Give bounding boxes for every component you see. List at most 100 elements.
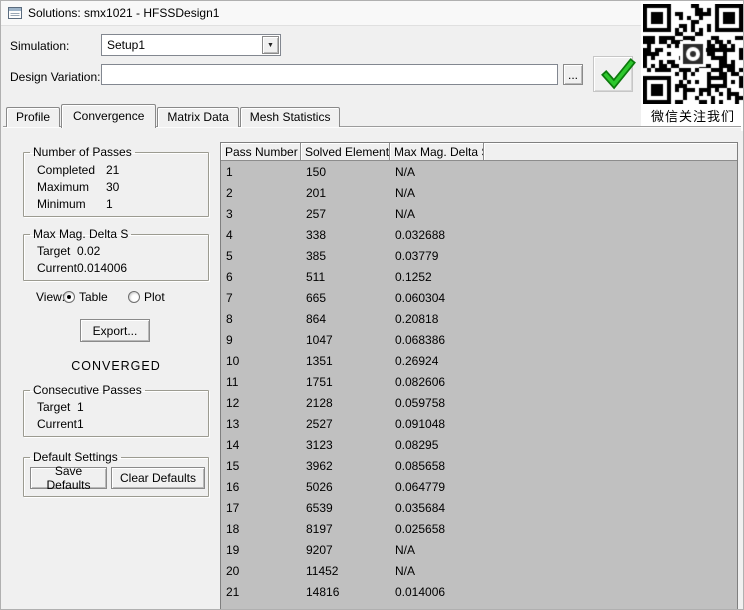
table-row[interactable]: 1 150 N/A — [221, 161, 737, 182]
default-settings-title: Default Settings — [33, 450, 118, 464]
tab-matrix-data[interactable]: Matrix Data — [157, 107, 239, 127]
table-row[interactable]: 9 1047 0.068386 — [221, 329, 737, 350]
green-check-icon — [600, 58, 636, 93]
table-cell: 665 — [306, 290, 327, 305]
number-of-passes-title: Number of Passes — [33, 145, 132, 159]
table-cell: 864 — [306, 311, 327, 326]
table-cell: 0.26924 — [395, 353, 439, 368]
consecutive-target-value: 1 — [77, 400, 84, 414]
table-cell: 0.1252 — [395, 269, 432, 284]
max-mag-delta-s-group: Max Mag. Delta S Target 0.02 Current 0.0… — [23, 227, 209, 281]
chevron-down-icon[interactable]: ▼ — [262, 36, 279, 54]
table-cell: 385 — [306, 248, 327, 263]
tab-convergence[interactable]: Convergence — [61, 104, 157, 128]
table-cell: 9 — [226, 332, 233, 347]
table-cell: 10 — [226, 353, 240, 368]
apply-check-button[interactable] — [593, 56, 636, 93]
solutions-window: Solutions: smx1021 - HFSSDesign1 Simulat… — [0, 0, 744, 610]
export-button[interactable]: Export... — [80, 319, 150, 342]
delta-current-label: Current — [37, 261, 78, 275]
tab-mesh-statistics[interactable]: Mesh Statistics — [239, 107, 341, 127]
tab-strip: Profile Convergence Matrix Data Mesh Sta… — [6, 103, 341, 128]
table-cell: N/A — [395, 563, 416, 578]
completed-label: Completed — [37, 163, 96, 177]
table-cell: N/A — [395, 542, 416, 557]
table-cell: 5 — [226, 248, 233, 263]
table-row[interactable]: 12 2128 0.059758 — [221, 392, 737, 413]
design-variation-input[interactable] — [101, 64, 558, 85]
table-row[interactable]: 3 257 N/A — [221, 203, 737, 224]
table-cell: 7 — [226, 290, 233, 305]
table-row[interactable]: 7 665 0.060304 — [221, 287, 737, 308]
qr-caption: 微信关注我们 — [650, 109, 735, 124]
table-cell: 20 — [226, 563, 240, 578]
table-cell: 16 — [226, 479, 240, 494]
save-defaults-button[interactable]: Save Defaults — [30, 464, 107, 492]
table-cell: 14816 — [306, 584, 340, 599]
table-cell: 1047 — [306, 332, 333, 347]
table-cell: 0.08295 — [395, 437, 439, 452]
table-row[interactable]: 16 5026 0.064779 — [221, 476, 737, 497]
table-cell: 1351 — [306, 353, 333, 368]
table-row[interactable]: 13 2527 0.091048 — [221, 413, 737, 434]
completed-value: 21 — [106, 163, 120, 177]
browse-button[interactable]: ... — [563, 64, 583, 85]
table-cell: 4 — [226, 227, 233, 242]
table-row[interactable]: 10 1351 0.26924 — [221, 350, 737, 371]
table-row[interactable]: 21 14816 0.014006 — [221, 581, 737, 602]
convergence-status: CONVERGED — [71, 359, 161, 373]
table-cell: 0.035684 — [395, 500, 446, 515]
table-cell: 12 — [226, 395, 240, 410]
minimum-label: Minimum — [37, 197, 86, 211]
table-cell: 0.064779 — [395, 479, 446, 494]
table-row[interactable]: 6 511 0.1252 — [221, 266, 737, 287]
table-row[interactable]: 5 385 0.03779 — [221, 245, 737, 266]
table-row[interactable]: 15 3962 0.085658 — [221, 455, 737, 476]
view-table-label[interactable]: Table — [79, 290, 108, 304]
column-header-solved-elements[interactable]: Solved Elements — [301, 143, 390, 161]
number-of-passes-group: Number of Passes Completed 21 Maximum 30… — [23, 145, 209, 217]
table-cell: 18 — [226, 521, 240, 536]
table-row[interactable]: 11 1751 0.082606 — [221, 371, 737, 392]
column-header-max-mag-delta-s[interactable]: Max Mag. Delta S — [390, 143, 484, 161]
consecutive-target-label: Target — [37, 400, 71, 414]
table-row[interactable]: 18 8197 0.025658 — [221, 518, 737, 539]
table-cell: 150 — [306, 164, 327, 179]
delta-target-value: 0.02 — [77, 244, 101, 258]
table-cell: 6539 — [306, 500, 333, 515]
window-icon — [8, 7, 22, 19]
column-header-pass-number[interactable]: Pass Number — [221, 143, 301, 161]
table-cell: 0.091048 — [395, 416, 446, 431]
view-plot-label[interactable]: Plot — [144, 290, 165, 304]
design-variation-label: Design Variation: — [10, 70, 101, 84]
table-row[interactable]: 17 6539 0.035684 — [221, 497, 737, 518]
table-row[interactable]: 4 338 0.032688 — [221, 224, 737, 245]
delta-target-label: Target — [37, 244, 71, 258]
table-row[interactable]: 19 9207 N/A — [221, 539, 737, 560]
table-cell: 0.068386 — [395, 332, 446, 347]
table-cell: N/A — [395, 185, 416, 200]
table-cell: 1751 — [306, 374, 333, 389]
table-cell: 1 — [226, 164, 233, 179]
table-cell: 3123 — [306, 437, 333, 452]
table-row[interactable]: 2 201 N/A — [221, 182, 737, 203]
delta-current-value: 0.014006 — [77, 261, 128, 275]
table-cell: 2527 — [306, 416, 333, 431]
table-cell: 0.032688 — [395, 227, 446, 242]
view-plot-radio[interactable] — [128, 291, 140, 303]
table-row[interactable]: 8 864 0.20818 — [221, 308, 737, 329]
simulation-dropdown[interactable]: Setup1 ▼ — [101, 34, 281, 56]
table-row[interactable]: 14 3123 0.08295 — [221, 434, 737, 455]
consecutive-passes-group: Consecutive Passes Target 1 Current 1 — [23, 383, 209, 437]
clear-defaults-button[interactable]: Clear Defaults — [111, 467, 205, 489]
maximum-label: Maximum — [37, 180, 90, 194]
table-cell: 3962 — [306, 458, 333, 473]
tab-profile[interactable]: Profile — [6, 107, 61, 127]
table-row[interactable]: 20 11452 N/A — [221, 560, 737, 581]
table-cell: 0.059758 — [395, 395, 446, 410]
view-label: View: — [36, 290, 66, 304]
table-cell: 2128 — [306, 395, 333, 410]
view-table-radio[interactable] — [63, 291, 75, 303]
table-cell: 8 — [226, 311, 233, 326]
table-cell: 15 — [226, 458, 240, 473]
